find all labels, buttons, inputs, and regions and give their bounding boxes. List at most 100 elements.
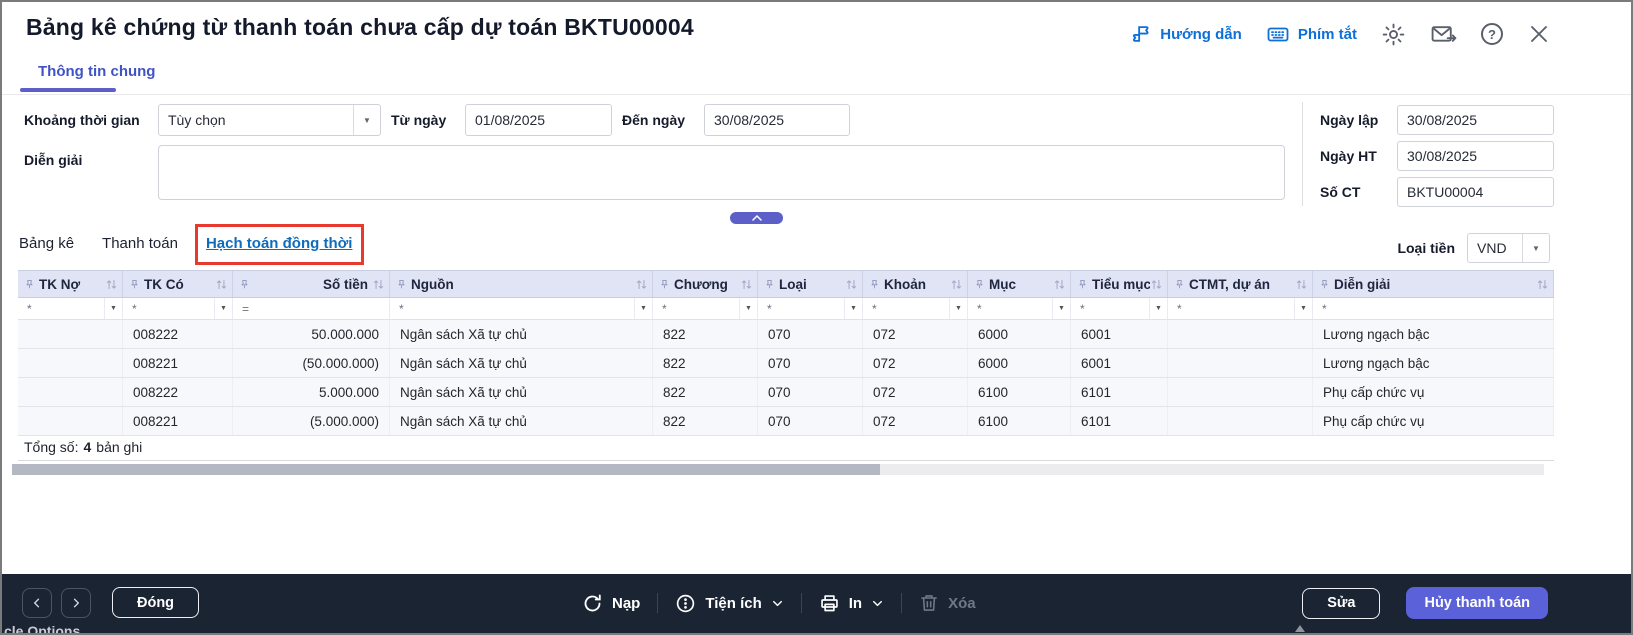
collapse-header-button[interactable] (730, 212, 783, 224)
filter-cell[interactable]: = (233, 298, 390, 319)
reload-button[interactable]: Nạp (582, 593, 640, 614)
table-cell: 008222 (123, 378, 233, 406)
to-date-input[interactable] (704, 104, 850, 136)
table-cell: (50.000.000) (233, 349, 390, 377)
period-select[interactable]: Tùy chọn (158, 104, 381, 136)
tab-general-info[interactable]: Thông tin chung (38, 63, 155, 80)
print-button[interactable]: In (819, 593, 884, 614)
filter-cell[interactable]: * ▼ (1168, 298, 1313, 319)
close-icon[interactable] (1527, 22, 1551, 46)
sort-icon[interactable] (1536, 278, 1549, 291)
filter-cell[interactable]: * ▼ (968, 298, 1071, 319)
tab-thanh-toan[interactable]: Thanh toán (102, 235, 178, 252)
chevron-down-icon[interactable] (1522, 234, 1549, 262)
utilities-button[interactable]: Tiện ích (675, 593, 783, 614)
close-button[interactable]: Đóng (112, 587, 200, 618)
filter-dropdown-icon[interactable]: ▼ (949, 298, 967, 319)
accounting-grid: TK Nợ TK Có Số tiền Nguồn Chương Loại Khoản Mục… (18, 270, 1554, 436)
help-icon[interactable] (1481, 23, 1503, 45)
sort-icon[interactable] (950, 278, 963, 291)
gear-icon[interactable] (1381, 22, 1406, 47)
column-header[interactable]: TK Có (123, 271, 233, 297)
column-header[interactable]: Tiểu mục (1071, 271, 1168, 297)
filter-dropdown-icon[interactable]: ▼ (1149, 298, 1167, 319)
table-cell: 6000 (968, 320, 1071, 348)
sort-icon[interactable] (215, 278, 228, 291)
column-header[interactable]: Nguồn (390, 271, 653, 297)
filter-cell[interactable]: * ▼ (1071, 298, 1168, 319)
from-date-input[interactable] (465, 104, 612, 136)
table-row[interactable]: 008221 (50.000.000) Ngân sách Xã tự chủ 822… (18, 349, 1554, 378)
delete-button[interactable]: Xóa (919, 593, 976, 613)
filter-cell[interactable]: * ▼ (653, 298, 758, 319)
table-cell: 072 (863, 407, 968, 435)
filter-dropdown-icon[interactable]: ▼ (844, 298, 862, 319)
filter-cell[interactable]: * ▼ (123, 298, 233, 319)
filter-dropdown-icon[interactable]: ▼ (1052, 298, 1070, 319)
summary-count: 4 (83, 439, 92, 455)
column-header[interactable]: Chương (653, 271, 758, 297)
table-cell: Lương ngạch bậc (1313, 349, 1554, 377)
filter-cell[interactable]: * ▼ (390, 298, 653, 319)
detail-tabs: Bảng kê Thanh toán Hạch toán đồng thời (19, 224, 365, 265)
table-cell: Ngân sách Xã tự chủ (390, 378, 653, 406)
column-header[interactable]: Loại (758, 271, 863, 297)
delete-label: Xóa (948, 594, 976, 612)
reload-label: Nạp (612, 594, 641, 612)
sort-icon[interactable] (1150, 278, 1163, 291)
column-header[interactable]: CTMT, dự án (1168, 271, 1313, 297)
filter-cell[interactable]: * ▼ (758, 298, 863, 319)
shortcuts-link[interactable]: Phím tắt (1266, 22, 1357, 46)
filter-dropdown-icon[interactable]: ▼ (634, 298, 652, 319)
mail-send-icon[interactable] (1430, 22, 1457, 47)
filter-operator: = (242, 301, 250, 316)
column-header[interactable]: Mục (968, 271, 1071, 297)
description-textarea[interactable] (158, 145, 1285, 200)
sort-icon[interactable] (105, 278, 118, 291)
column-header[interactable]: Khoản (863, 271, 968, 297)
toolbar-divider (901, 593, 903, 613)
created-date-label: Ngày lập (1320, 112, 1379, 128)
toolbar-center-actions: Nạp Tiện ích In Xóa (582, 587, 976, 619)
filter-cell[interactable]: * ▼ (18, 298, 123, 319)
guide-link[interactable]: Hướng dẫn (1130, 23, 1242, 45)
tab-hach-toan-dong-thoi[interactable]: Hạch toán đồng thời (194, 224, 365, 265)
column-header[interactable]: TK Nợ (18, 271, 123, 297)
sort-icon[interactable] (372, 278, 385, 291)
chevron-down-icon[interactable] (353, 105, 380, 135)
pin-icon (976, 279, 983, 288)
sort-icon[interactable] (1295, 278, 1308, 291)
currency-select[interactable]: VND (1467, 233, 1550, 263)
created-date-input[interactable] (1397, 105, 1554, 135)
filter-cell[interactable]: * ▼ (863, 298, 968, 319)
sort-icon[interactable] (1053, 278, 1066, 291)
previous-record-button[interactable] (22, 588, 52, 618)
sort-icon[interactable] (845, 278, 858, 291)
table-row[interactable]: 008221 (5.000.000) Ngân sách Xã tự chủ 822 0… (18, 407, 1554, 436)
print-label: In (848, 594, 863, 612)
next-record-button[interactable] (61, 588, 91, 618)
edit-button[interactable]: Sửa (1302, 587, 1381, 619)
filter-dropdown-icon[interactable]: ▼ (739, 298, 757, 319)
currency-select-value: VND (1477, 240, 1507, 256)
filter-cell[interactable]: * (1313, 298, 1554, 319)
currency-label: Loại tiền (1397, 240, 1455, 256)
table-row[interactable]: 008222 5.000.000 Ngân sách Xã tự chủ 822 070… (18, 378, 1554, 407)
doc-number-input[interactable] (1397, 177, 1554, 207)
column-header[interactable]: Diễn giải (1313, 271, 1554, 297)
filter-dropdown-icon[interactable]: ▼ (104, 298, 122, 319)
horizontal-scrollbar-thumb[interactable] (12, 464, 880, 475)
filter-dropdown-icon[interactable]: ▼ (1294, 298, 1312, 319)
filter-operator: * (1080, 301, 1085, 316)
filter-dropdown-icon[interactable]: ▼ (214, 298, 232, 319)
sort-icon[interactable] (740, 278, 753, 291)
tab-bang-ke[interactable]: Bảng kê (19, 235, 74, 252)
column-header[interactable]: Số tiền (233, 271, 390, 297)
cancel-payment-button[interactable]: Hủy thanh toán (1406, 587, 1548, 619)
table-row[interactable]: 008222 50.000.000 Ngân sách Xã tự chủ 822 07… (18, 320, 1554, 349)
sort-icon[interactable] (635, 278, 648, 291)
filter-operator: * (27, 301, 32, 316)
horizontal-scrollbar[interactable] (12, 464, 1544, 475)
column-label: Tiểu mục (1092, 276, 1150, 292)
posting-date-input[interactable] (1397, 141, 1554, 171)
